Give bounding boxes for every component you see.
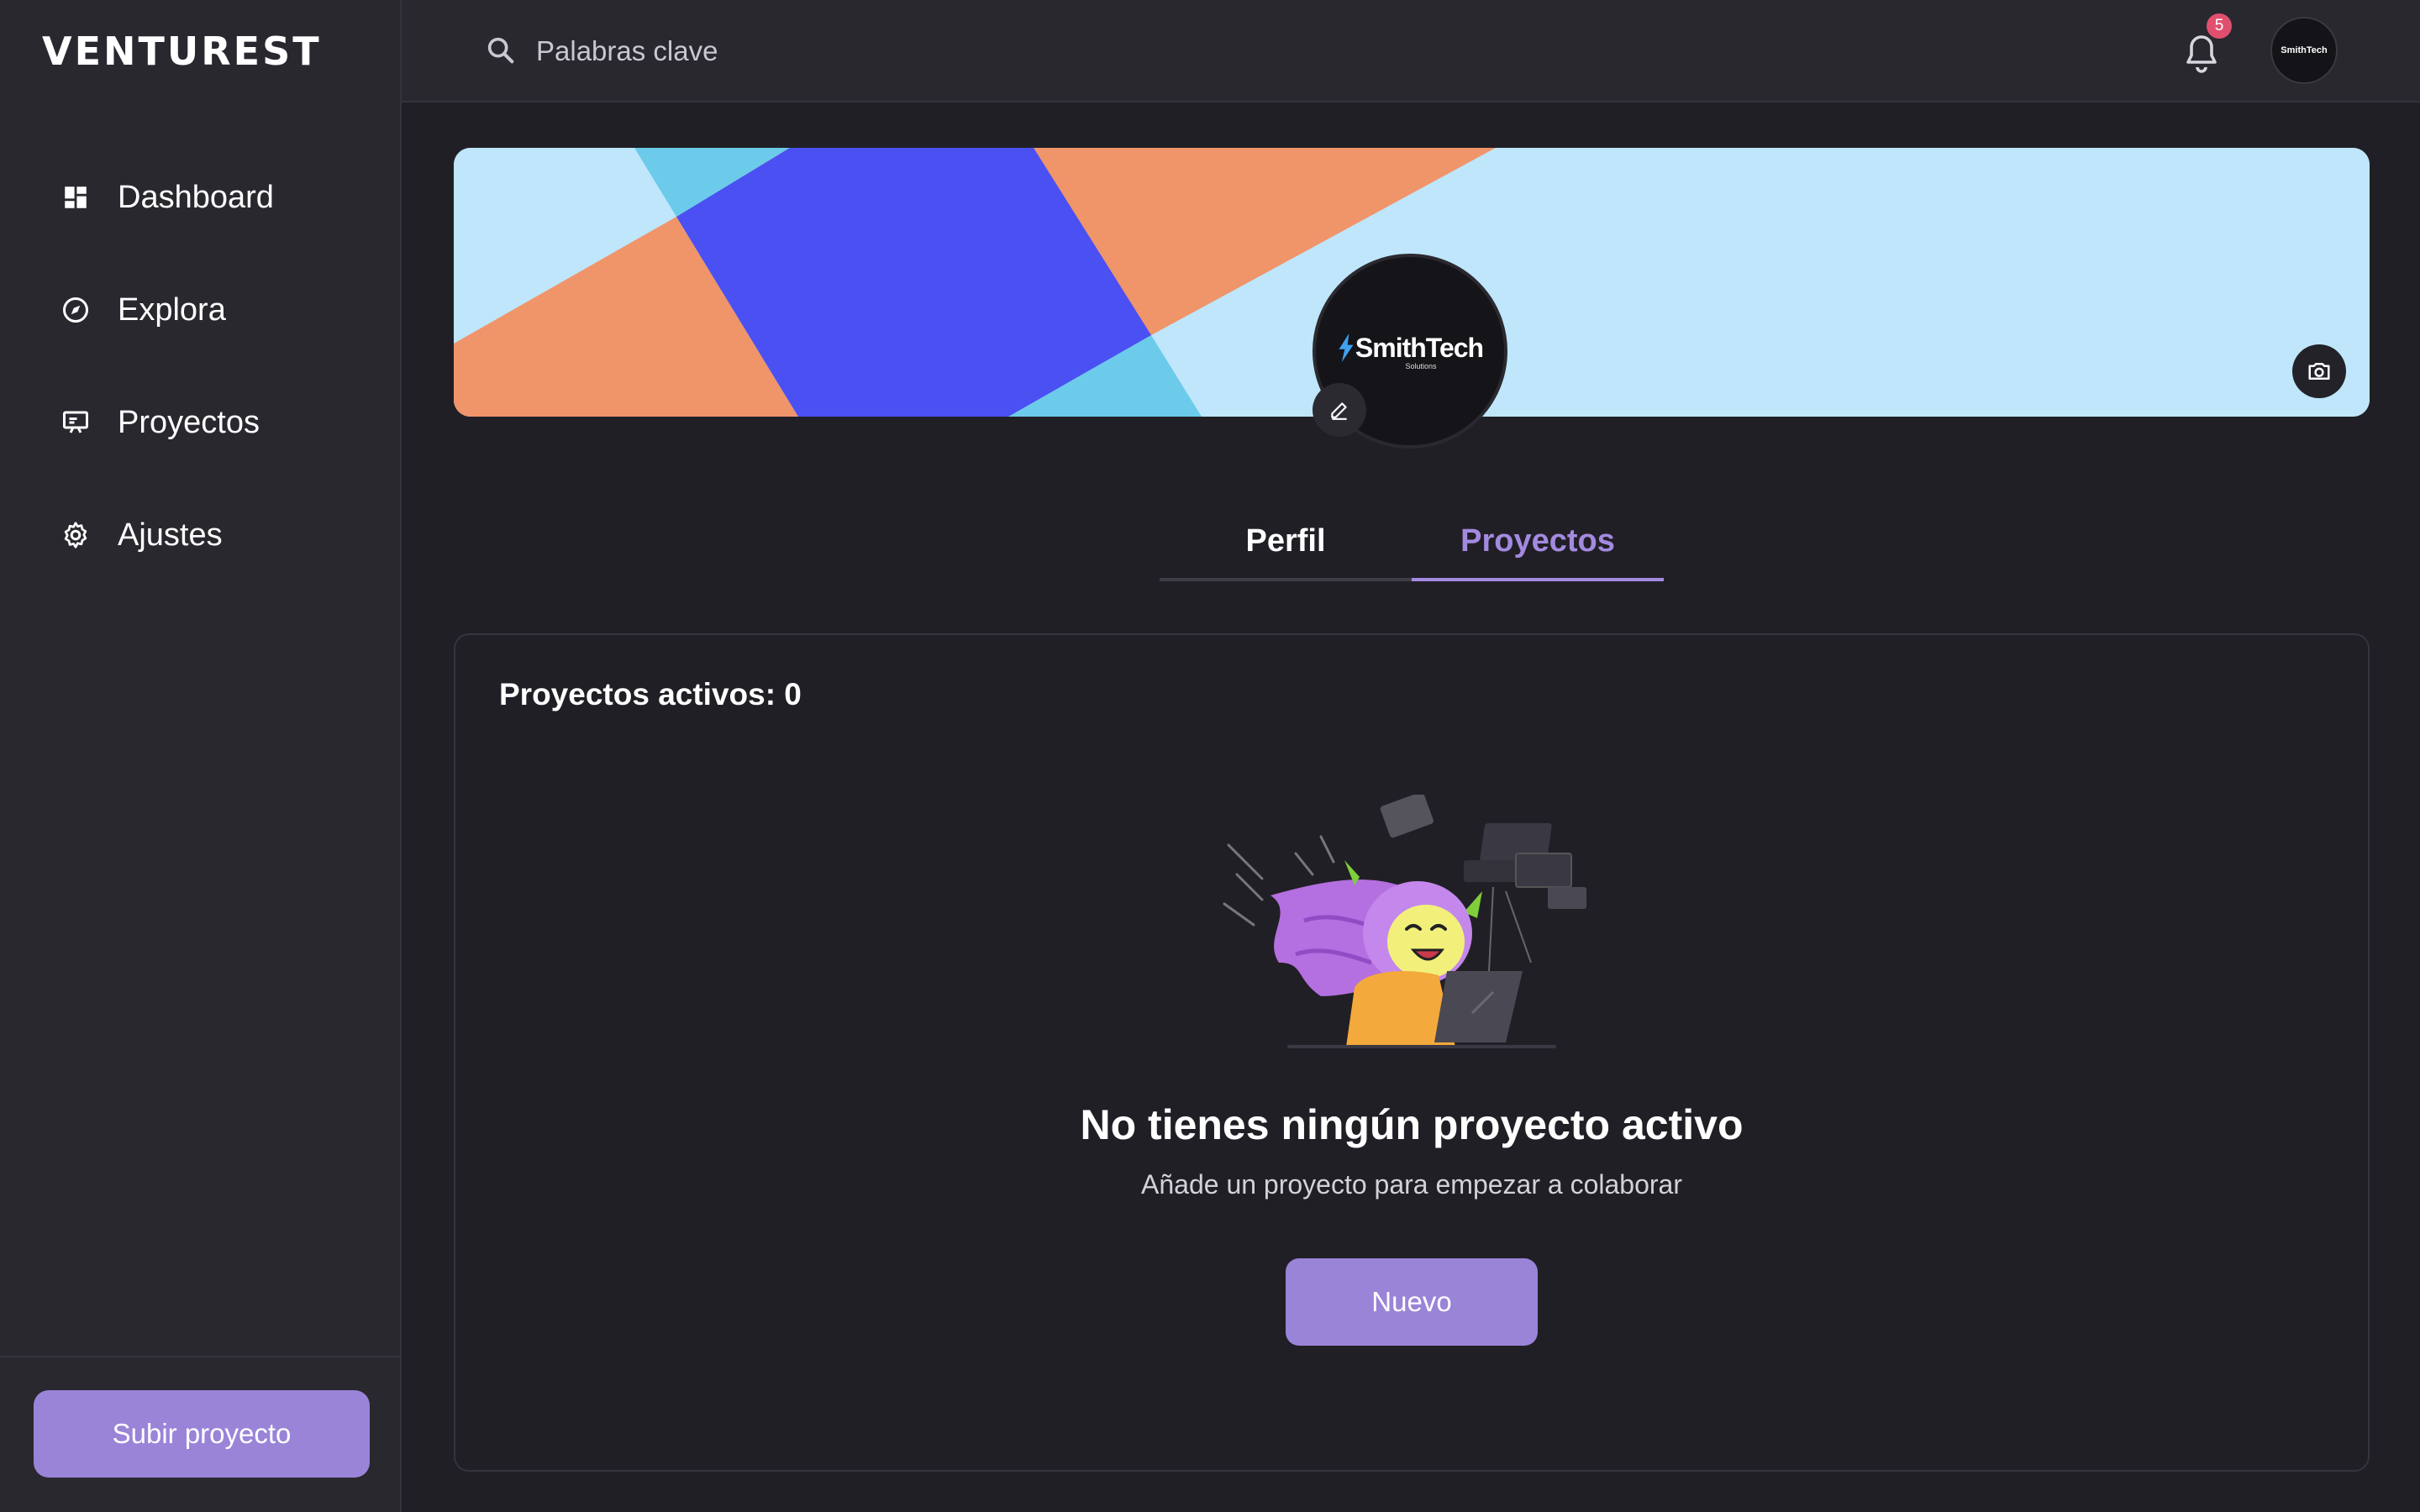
sidebar-item-label: Explora <box>118 291 226 328</box>
compass-icon <box>59 293 92 327</box>
presentation-icon <box>59 406 92 439</box>
company-subtitle: Solutions <box>1405 361 1437 370</box>
tab-proyectos[interactable]: Proyectos <box>1412 504 1664 581</box>
sidebar-item-dashboard[interactable]: Dashboard <box>59 168 274 227</box>
tab-perfil[interactable]: Perfil <box>1160 504 1412 581</box>
search-icon <box>484 34 518 67</box>
sidebar-item-label: Ajustes <box>118 517 223 553</box>
notification-badge: 5 <box>2207 13 2232 39</box>
active-projects-count: Proyectos activos: 0 <box>499 677 802 711</box>
edit-logo-button[interactable] <box>1313 383 1366 437</box>
bolt-icon <box>1339 333 1354 362</box>
brand-logo[interactable]: VENTUREST <box>42 29 322 74</box>
new-project-button[interactable]: Nuevo <box>1286 1258 1538 1346</box>
empty-state-title: No tienes ningún proyecto activo <box>1080 1101 1744 1148</box>
sidebar-divider <box>0 1356 402 1357</box>
pencil-icon <box>1331 402 1347 420</box>
search-input[interactable] <box>534 25 1126 77</box>
gear-icon <box>59 518 92 552</box>
sidebar-item-label: Proyectos <box>118 404 260 440</box>
empty-state-subtitle: Añade un proyecto para empezar a colabor… <box>1141 1169 1682 1200</box>
change-cover-button[interactable] <box>2292 344 2346 398</box>
sidebar-item-explora[interactable]: Explora <box>59 281 226 339</box>
profile-tabs: Perfil Proyectos <box>1160 504 1664 581</box>
dashboard-icon <box>59 181 92 214</box>
bell-icon[interactable] <box>2181 32 2222 76</box>
empty-state-illustration <box>1223 795 1586 1048</box>
sidebar-item-label: Dashboard <box>118 179 274 215</box>
camera-icon <box>2308 363 2330 380</box>
sidebar-item-ajustes[interactable]: Ajustes <box>59 506 223 564</box>
avatar[interactable]: SmithTech <box>2270 17 2338 84</box>
upload-project-button[interactable]: Subir proyecto <box>34 1390 370 1478</box>
top-header: 5 SmithTech <box>402 0 2420 102</box>
sidebar-item-proyectos[interactable]: Proyectos <box>59 393 260 452</box>
sidebar: VENTUREST Dashboard Explora Proyectos Aj… <box>0 0 402 1512</box>
avatar-label: SmithTech <box>2281 45 2328 55</box>
company-name: SmithTech <box>1355 332 1484 363</box>
projects-card: Proyectos activos: 0 No tienes ningún pr… <box>454 633 2370 1472</box>
